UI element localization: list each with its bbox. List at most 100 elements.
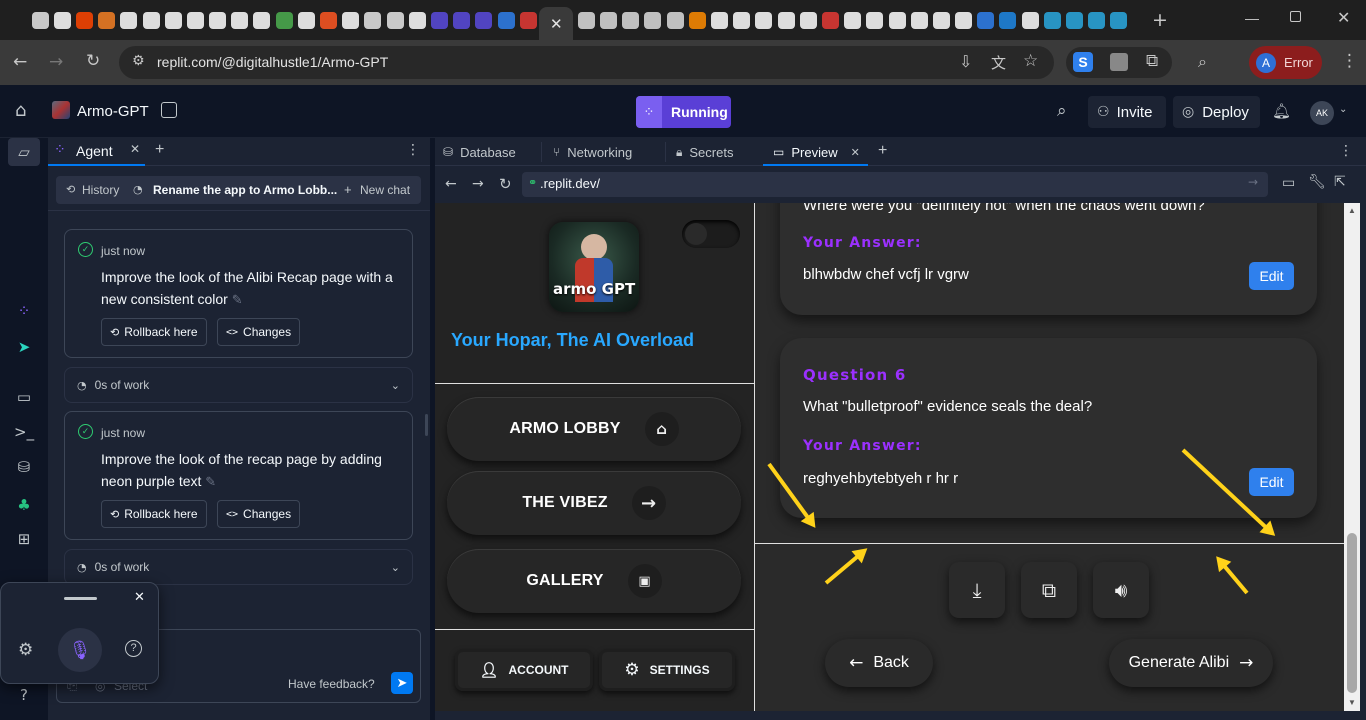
tab-favicon[interactable] bbox=[75, 11, 93, 29]
feedback-link[interactable]: Have feedback? bbox=[288, 677, 375, 691]
scroll-down-icon[interactable]: ▼ bbox=[1348, 698, 1356, 707]
tab-favicon[interactable] bbox=[888, 11, 906, 29]
tab-favicon[interactable] bbox=[120, 11, 138, 29]
scrollbar[interactable]: ▲ ▼ bbox=[1344, 203, 1360, 711]
tab-favicon[interactable] bbox=[408, 11, 426, 29]
preview-forward-icon[interactable]: → bbox=[472, 176, 484, 192]
assistant-icon[interactable]: ➤ bbox=[14, 338, 34, 358]
profile-error-chip[interactable]: A Error bbox=[1249, 46, 1322, 79]
tab-secrets[interactable]: 🔒︎ Secrets bbox=[676, 138, 733, 166]
tab-favicon[interactable] bbox=[1088, 11, 1106, 29]
user-avatar[interactable]: AK bbox=[1310, 101, 1334, 125]
close-icon[interactable]: ✕ bbox=[134, 590, 145, 605]
tab-favicon[interactable] bbox=[777, 11, 795, 29]
tab-favicon[interactable] bbox=[977, 11, 995, 29]
tab-favicon[interactable] bbox=[622, 11, 640, 29]
tab-favicon[interactable] bbox=[1043, 11, 1061, 29]
microphone-icon[interactable]: 🎙︎ bbox=[58, 628, 102, 672]
nav-armo-lobby[interactable]: ARMO LOBBY ⌂ bbox=[447, 397, 741, 461]
console-icon[interactable]: >_ bbox=[14, 423, 34, 443]
agent-tab-label[interactable]: Agent bbox=[76, 143, 113, 159]
tab-favicon[interactable] bbox=[364, 11, 382, 29]
tab-favicon[interactable] bbox=[475, 11, 493, 29]
edit-pencil-icon[interactable]: ✎ bbox=[232, 293, 243, 308]
go-arrow-icon[interactable]: → bbox=[1248, 175, 1258, 189]
notifications-bell-icon[interactable]: 🔔︎ bbox=[1272, 102, 1291, 120]
minimize-icon[interactable]: — bbox=[1245, 10, 1259, 26]
new-chat-button[interactable]: New chat bbox=[360, 183, 410, 197]
tab-favicon[interactable] bbox=[453, 11, 471, 29]
preview-url-field[interactable]: ⚭ .replit.dev/ → bbox=[522, 172, 1268, 197]
active-tab[interactable]: ✕ bbox=[539, 7, 574, 40]
tab-database[interactable]: ⛁ Database bbox=[443, 138, 516, 166]
preview-reload-icon[interactable]: ↻ bbox=[499, 175, 512, 193]
tab-favicon[interactable] bbox=[342, 11, 360, 29]
project-menu-icon[interactable] bbox=[161, 102, 177, 118]
tab-favicon[interactable] bbox=[577, 11, 595, 29]
settings-gear-icon[interactable]: ⚙ bbox=[18, 640, 33, 660]
omnibox[interactable]: ⚙ replit.com/@digitalhustle1/Armo-GPT ⇩ … bbox=[119, 46, 1054, 79]
tab-favicon[interactable] bbox=[98, 11, 116, 29]
url-text[interactable]: replit.com/@digitalhustle1/Armo-GPT bbox=[157, 54, 388, 70]
settings-button[interactable]: ⚙ SETTINGS bbox=[599, 649, 735, 691]
drag-handle[interactable] bbox=[64, 597, 97, 600]
chrome-menu-icon[interactable]: ⋮ bbox=[1341, 51, 1358, 71]
site-settings-icon[interactable]: ⚙ bbox=[132, 53, 145, 69]
agent-icon[interactable]: ⁘ bbox=[14, 302, 34, 322]
tab-favicon[interactable] bbox=[821, 11, 839, 29]
tab-favicon[interactable] bbox=[497, 11, 515, 29]
forward-arrow-icon[interactable]: → bbox=[49, 52, 63, 72]
download-icon[interactable]: ⤓ bbox=[949, 562, 1005, 618]
tab-favicon[interactable] bbox=[733, 11, 751, 29]
project-name[interactable]: Armo-GPT bbox=[77, 103, 149, 120]
tab-favicon[interactable] bbox=[142, 11, 160, 29]
tab-favicon[interactable] bbox=[320, 11, 338, 29]
tab-favicon[interactable] bbox=[209, 11, 227, 29]
tab-favicon[interactable] bbox=[932, 11, 950, 29]
edit-button[interactable]: Edit bbox=[1249, 262, 1294, 290]
database-icon[interactable]: ⛁ bbox=[14, 458, 34, 478]
all-tools-icon[interactable]: ⊞ bbox=[14, 530, 34, 550]
tab-favicon[interactable] bbox=[231, 11, 249, 29]
close-tab-icon[interactable]: ✕ bbox=[851, 146, 860, 159]
nav-gallery[interactable]: GALLERY ▣ bbox=[447, 549, 741, 613]
files-icon[interactable]: ▱ bbox=[14, 143, 34, 163]
close-window-icon[interactable]: ✕ bbox=[1337, 8, 1350, 27]
home-icon[interactable]: ⌂ bbox=[15, 100, 26, 121]
help-circle-icon[interactable]: ? bbox=[125, 640, 142, 657]
close-tab-icon[interactable]: ✕ bbox=[550, 15, 563, 33]
tab-preview[interactable]: ▭ Preview ✕ bbox=[773, 138, 860, 166]
tab-favicon[interactable] bbox=[1110, 11, 1128, 29]
tab-favicon[interactable] bbox=[31, 11, 49, 29]
tab-favicon[interactable] bbox=[1066, 11, 1084, 29]
extension-s-icon[interactable]: S bbox=[1073, 52, 1093, 72]
tab-favicon[interactable] bbox=[866, 11, 884, 29]
tab-favicon[interactable] bbox=[844, 11, 862, 29]
generate-alibi-button[interactable]: Generate Alibi → bbox=[1109, 639, 1273, 687]
run-status-button[interactable]: ⁘ Running bbox=[636, 96, 731, 128]
tab-search-icon[interactable]: ⌕ bbox=[1198, 52, 1207, 72]
nav-the-vibez[interactable]: THE VIBEZ → bbox=[447, 471, 741, 535]
tab-favicon[interactable] bbox=[519, 11, 537, 29]
close-tab-icon[interactable]: ✕ bbox=[130, 142, 140, 156]
changes-button[interactable]: <> Changes bbox=[217, 500, 301, 528]
add-tab-icon[interactable]: + bbox=[155, 141, 164, 159]
pane-menu-icon[interactable]: ⋮ bbox=[1339, 143, 1353, 159]
history-button[interactable]: History bbox=[82, 183, 119, 197]
edit-button[interactable]: Edit bbox=[1249, 468, 1294, 496]
help-icon[interactable]: ? bbox=[14, 686, 34, 706]
new-tab-icon[interactable]: + bbox=[1152, 9, 1168, 31]
rollback-button[interactable]: ⟲ Rollback here bbox=[101, 318, 207, 346]
panel-menu-icon[interactable]: ⋮ bbox=[406, 142, 420, 158]
preview-monitor-icon[interactable]: ▭ bbox=[14, 388, 34, 408]
theme-toggle[interactable] bbox=[682, 220, 740, 248]
add-tab-icon[interactable]: + bbox=[878, 142, 887, 160]
rollback-button[interactable]: ⟲ Rollback here bbox=[101, 500, 207, 528]
back-arrow-icon[interactable]: ← bbox=[13, 52, 27, 72]
tab-favicon[interactable] bbox=[755, 11, 773, 29]
tab-favicon[interactable] bbox=[53, 11, 71, 29]
tab-favicon[interactable] bbox=[275, 11, 293, 29]
bookmark-star-icon[interactable]: ☆ bbox=[1023, 51, 1038, 71]
reload-icon[interactable]: ↻ bbox=[86, 51, 100, 71]
work-summary-row[interactable]: ◔ 0s of work ⌄ bbox=[64, 549, 413, 585]
